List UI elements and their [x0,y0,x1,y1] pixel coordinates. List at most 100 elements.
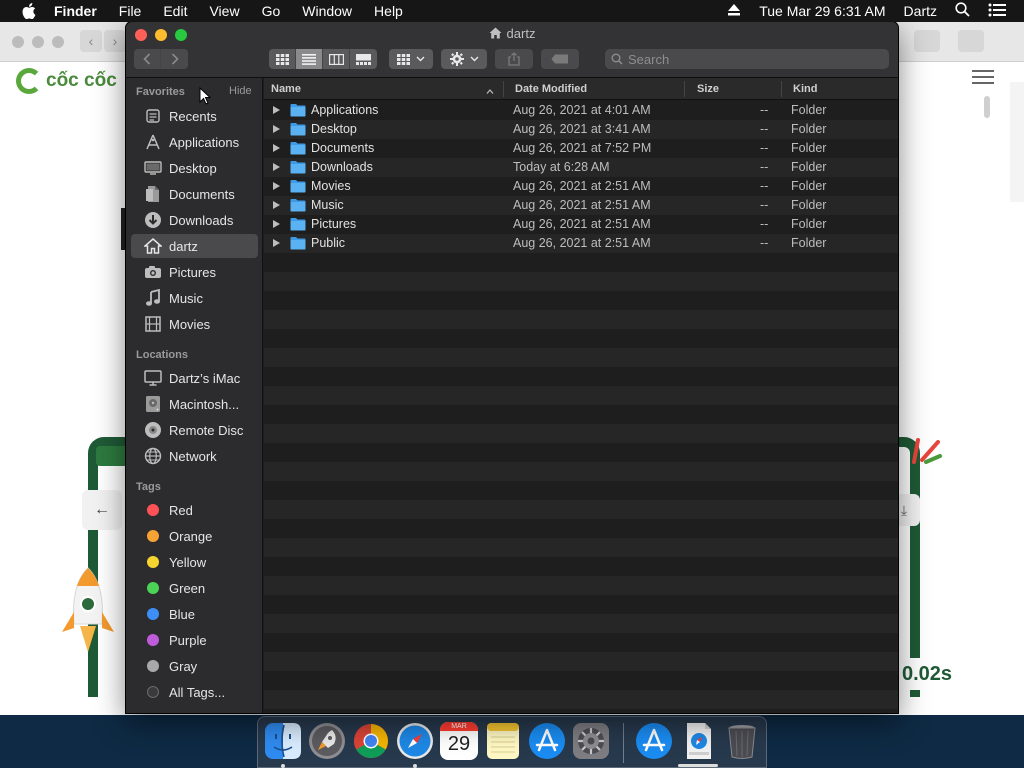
sidebar-tag-purple[interactable]: Purple [131,628,258,652]
gallery-view-button[interactable] [350,49,377,69]
downloads-stack-icon[interactable] [679,722,717,760]
menu-user[interactable]: Dartz [904,3,937,19]
file-kind: Folder [791,217,827,231]
file-row[interactable]: Movies Aug 26, 2021 at 2:51 AM -- Folder [264,177,898,196]
sidebar-tag-blue[interactable]: Blue [131,602,258,626]
finder-titlebar[interactable]: dartz Search [126,22,898,78]
app-store-icon[interactable] [528,722,566,760]
back-button[interactable] [134,49,161,69]
control-center-icon[interactable] [988,3,1006,20]
spotlight-icon[interactable] [955,2,970,20]
sidebar-item-desktop[interactable]: Desktop [131,156,258,180]
trash-icon[interactable] [723,722,761,760]
menu-help[interactable]: Help [374,3,403,19]
column-separator[interactable] [781,81,782,97]
launchpad-icon[interactable] [308,722,346,760]
menu-file[interactable]: File [119,3,142,19]
group-by-button[interactable] [389,49,433,69]
chrome-icon[interactable] [352,722,390,760]
sidebar-tag-yellow[interactable]: Yellow [131,550,258,574]
file-row[interactable]: Applications Aug 26, 2021 at 4:01 AM -- Fol… [264,101,898,120]
sidebar-item-macintosh-hd[interactable]: Macintosh... [131,392,258,416]
column-separator[interactable] [684,81,685,97]
sidebar-item-label: Dartz’s iMac [169,370,241,386]
list-view-button[interactable] [296,49,323,69]
sidebar-item-remote-disc[interactable]: Remote Disc [131,418,258,442]
column-header-date[interactable]: Date Modified [515,83,587,95]
menu-go[interactable]: Go [262,3,281,19]
file-row[interactable]: Pictures Aug 26, 2021 at 2:51 AM -- Folder [264,215,898,234]
file-name: Documents [311,141,375,155]
column-separator[interactable] [503,81,504,97]
sidebar-item-network[interactable]: Network [131,444,258,468]
sidebar-all-tags[interactable]: All Tags... [131,680,258,704]
column-view-button[interactable] [323,49,350,69]
file-row[interactable]: Public Aug 26, 2021 at 2:51 AM -- Folder [264,234,898,253]
sidebar-item-pictures[interactable]: Pictures [131,260,258,284]
apple-menu-icon[interactable] [19,0,39,22]
sidebar-item-downloads[interactable]: Downloads [131,208,258,232]
disclosure-triangle-icon[interactable] [273,163,280,171]
browser-menu-icon[interactable] [972,70,994,84]
sidebar-item-imac[interactable]: Dartz’s iMac [131,366,258,390]
file-row[interactable]: Music Aug 26, 2021 at 2:51 AM -- Folder [264,196,898,215]
browser-close-button[interactable] [12,36,24,48]
sidebar-tag-green[interactable]: Green [131,576,258,600]
system-preferences-icon[interactable] [572,722,610,760]
column-header-name[interactable]: Name [271,83,301,95]
calendar-icon[interactable]: MAR 29 [440,722,478,760]
file-row[interactable]: Documents Aug 26, 2021 at 7:52 PM -- Folder [264,139,898,158]
safari-icon[interactable] [396,722,434,760]
disclosure-triangle-icon[interactable] [273,125,280,133]
sidebar-tag-orange[interactable]: Orange [131,524,258,548]
search-field[interactable]: Search [605,49,889,69]
sidebar-item-label: Red [169,502,193,518]
finder-icon[interactable] [264,722,302,760]
column-header-kind[interactable]: Kind [793,83,817,95]
disclosure-triangle-icon[interactable] [273,144,280,152]
browser-tabs-icon[interactable] [958,30,984,52]
red-tag-dot-icon [147,504,159,516]
disclosure-triangle-icon[interactable] [273,220,280,228]
disclosure-triangle-icon[interactable] [273,201,280,209]
file-list: Name Date Modified Size Kind Application… [264,78,898,713]
menu-clock[interactable]: Tue Mar 29 6:31 AM [759,3,885,19]
sort-ascending-chevron-icon[interactable] [486,85,494,97]
disclosure-triangle-icon[interactable] [273,106,280,114]
sidebar-item-recents[interactable]: Recents [131,104,258,128]
browser-forward-icon[interactable]: › [104,30,126,52]
menu-window[interactable]: Window [302,3,352,19]
column-header-size[interactable]: Size [697,83,719,95]
icon-view-button[interactable] [269,49,296,69]
notes-icon[interactable] [484,722,522,760]
sidebar-item-dartz[interactable]: dartz [131,234,258,258]
browser-back-icon[interactable]: ‹ [80,30,102,52]
sidebar-item-documents[interactable]: Documents [131,182,258,206]
disclosure-triangle-icon[interactable] [273,239,280,247]
browser-zoom-button[interactable] [52,36,64,48]
hide-favorites-button[interactable]: Hide [229,85,252,97]
browser-scrollbar[interactable] [984,96,990,118]
menu-app-name[interactable]: Finder [54,3,97,19]
file-row[interactable]: Downloads Today at 6:28 AM -- Folder [264,158,898,177]
disclosure-triangle-icon[interactable] [273,182,280,190]
share-button[interactable] [495,49,533,69]
edit-tags-button[interactable] [541,49,579,69]
eject-icon[interactable] [727,3,741,19]
sidebar-tag-red[interactable]: Red [131,498,258,522]
action-menu-button[interactable] [441,49,487,69]
file-row[interactable]: Desktop Aug 26, 2021 at 3:41 AM -- Folder [264,120,898,139]
sidebar-item-movies[interactable]: Movies [131,312,258,336]
sidebar-item-label: All Tags... [169,684,226,700]
sidebar-tag-gray[interactable]: Gray [131,654,258,678]
sidebar-item-music[interactable]: Music [131,286,258,310]
page-back-arrow-icon[interactable]: ← [82,490,122,530]
browser-share-icon[interactable] [914,30,940,52]
menu-view[interactable]: View [209,3,239,19]
browser-minimize-button[interactable] [32,36,44,48]
app-store-download-icon[interactable] [635,722,673,760]
menu-edit[interactable]: Edit [163,3,187,19]
forward-button[interactable] [161,49,188,69]
folder-icon [290,141,306,155]
sidebar-item-applications[interactable]: Applications [131,130,258,154]
